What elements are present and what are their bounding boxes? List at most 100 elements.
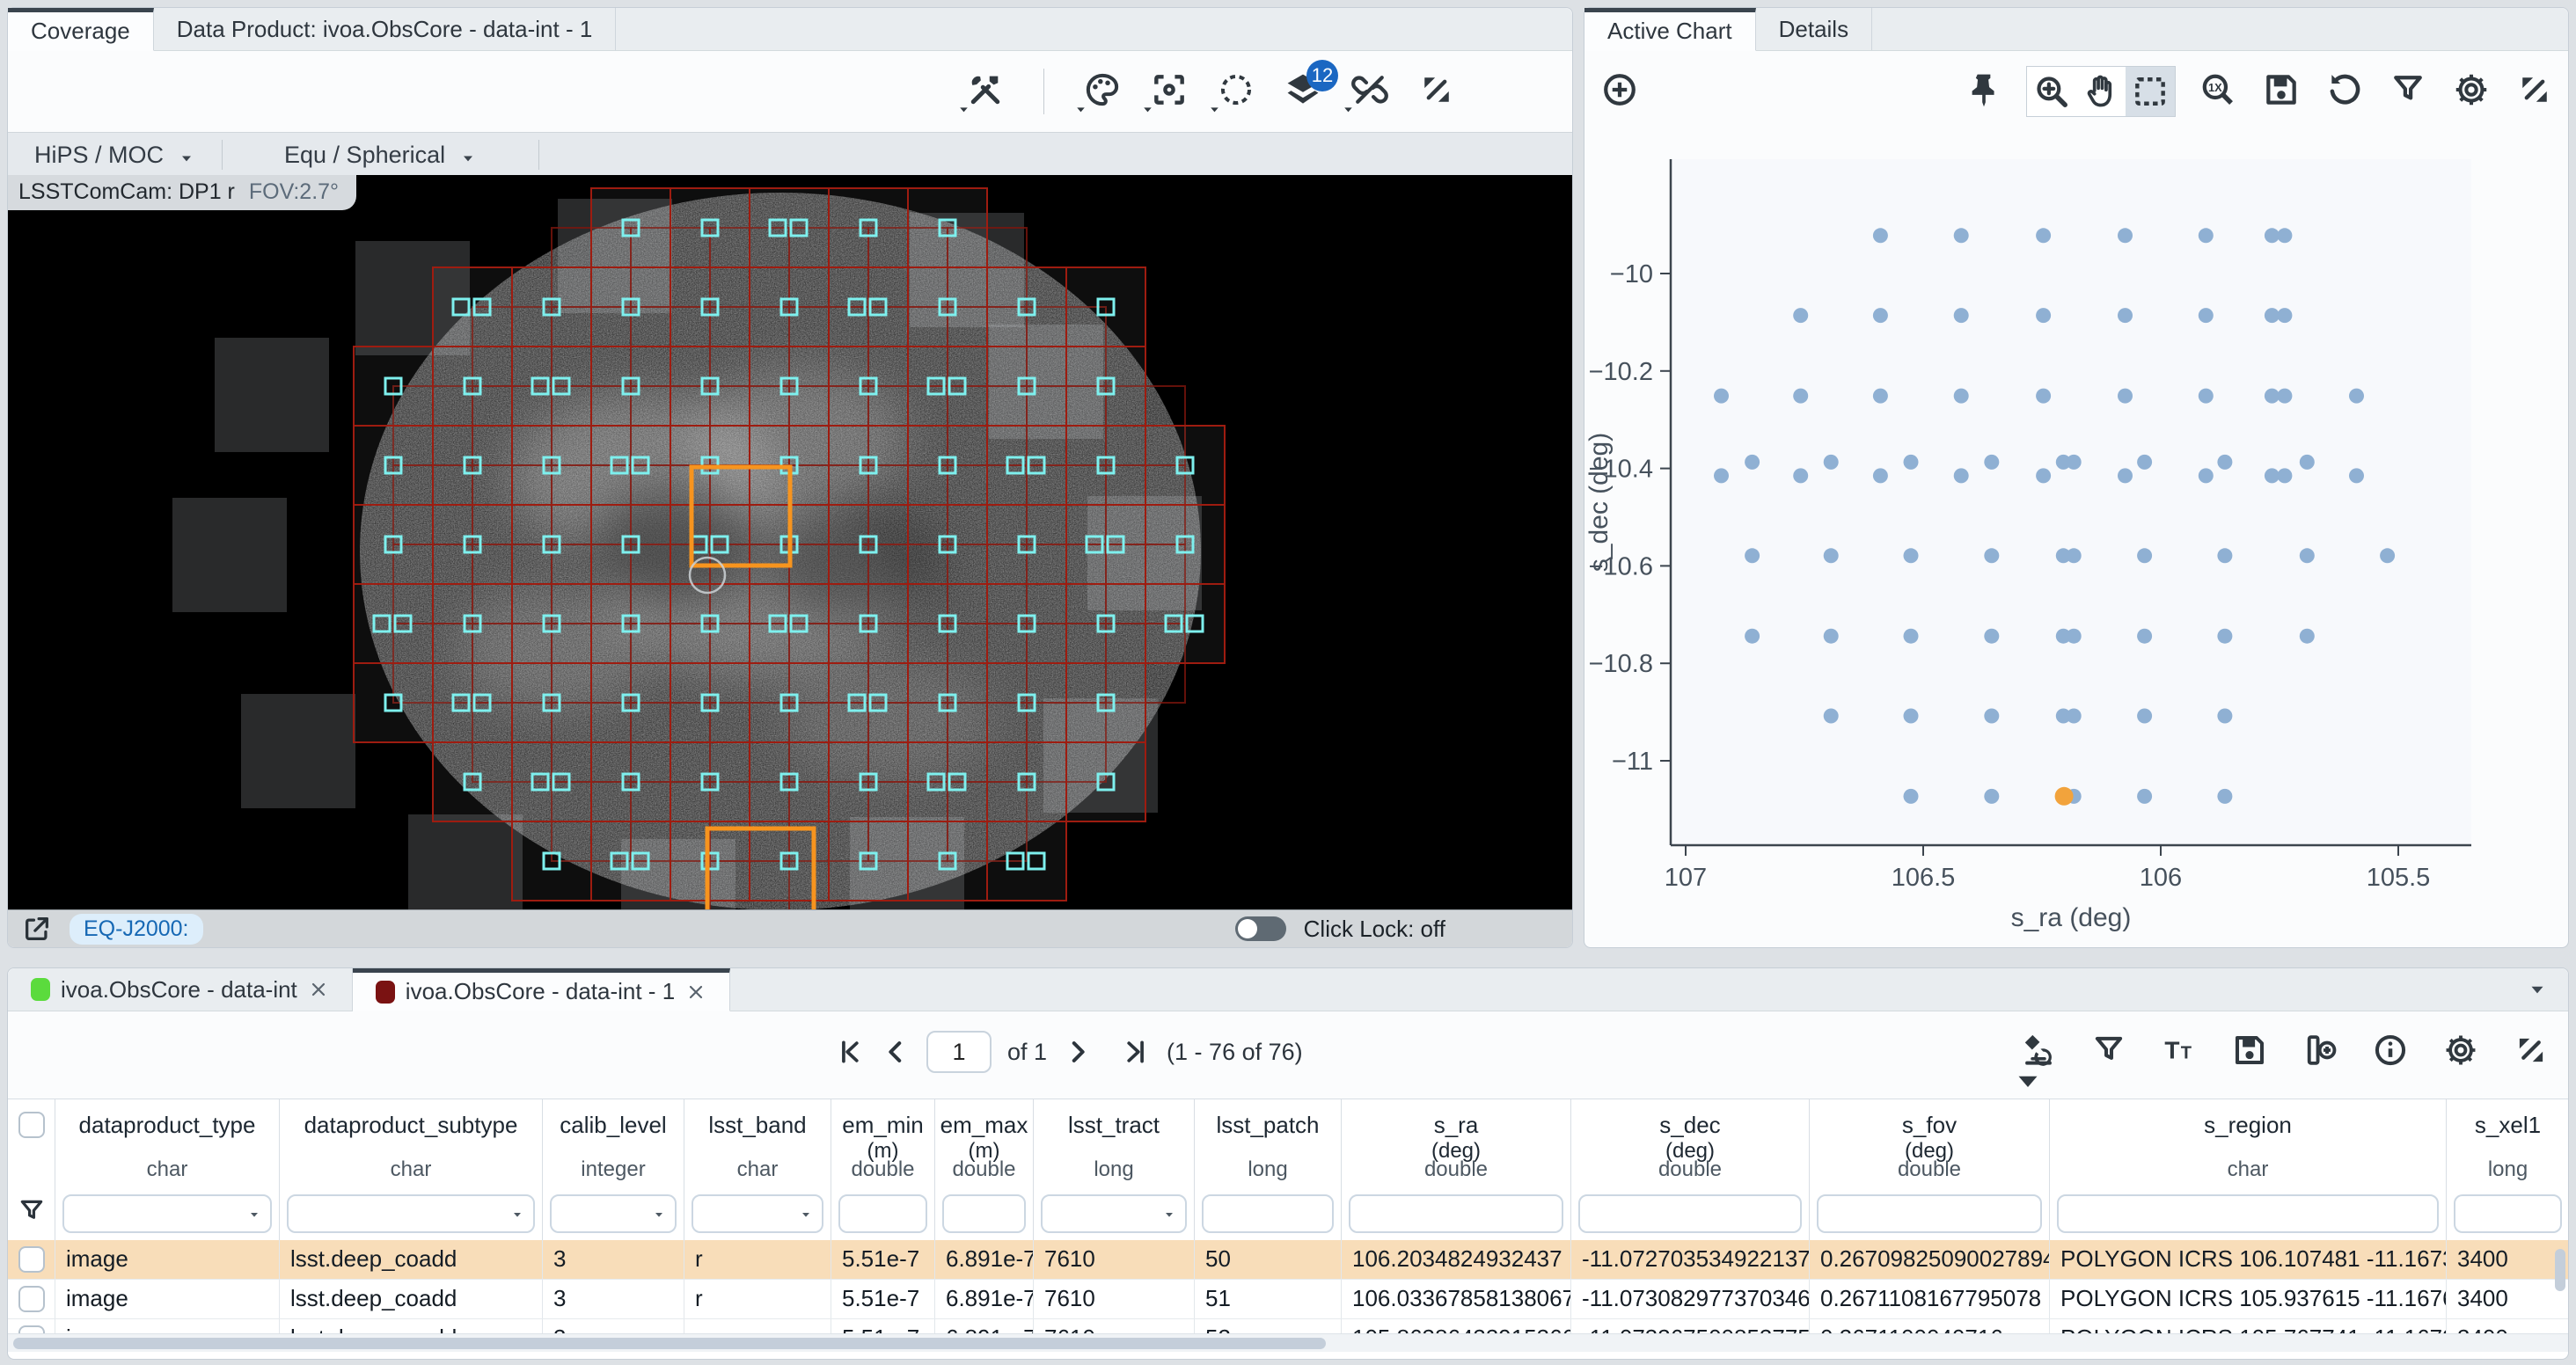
chart-point[interactable] (2067, 455, 2082, 470)
filter-input-s_xel1[interactable] (2454, 1194, 2562, 1233)
close-icon[interactable] (685, 982, 706, 1003)
chart-point[interactable] (2349, 468, 2364, 483)
chart-point[interactable] (2265, 468, 2280, 483)
chart-point[interactable] (2217, 548, 2232, 563)
table-row[interactable]: imagelsst.deep_coadd3r5.51e-76.891e-7761… (8, 1240, 2568, 1280)
chart-point[interactable] (1745, 548, 1760, 563)
chart-point[interactable] (1984, 455, 1999, 470)
filter-input-s_ra[interactable] (1349, 1194, 1563, 1233)
chart-point[interactable] (1745, 455, 1760, 470)
chart-point[interactable] (2277, 468, 2292, 483)
zoom-mode-button[interactable] (2027, 67, 2076, 116)
filter-table-button[interactable] (2088, 1031, 2130, 1073)
color-palette-button[interactable] (1081, 70, 1123, 113)
filter-input-s_fov[interactable] (1817, 1194, 2042, 1233)
select-region-button[interactable] (1215, 70, 1257, 113)
chart-point[interactable] (1904, 455, 1919, 470)
row-checkbox[interactable] (18, 1246, 45, 1273)
expand-coverage-button[interactable] (1416, 70, 1458, 113)
close-icon[interactable] (308, 979, 329, 1000)
tab-active-chart[interactable]: Active Chart (1584, 8, 1756, 51)
chart-point[interactable] (2277, 389, 2292, 404)
filter-input-dataproduct_subtype[interactable] (287, 1194, 535, 1233)
chart-point[interactable] (2067, 709, 2082, 724)
add-chart-button[interactable] (1599, 70, 1641, 113)
layers-button[interactable]: 12 (1282, 70, 1324, 113)
restore-chart-button[interactable] (2324, 70, 2366, 113)
chart-point[interactable] (2118, 468, 2133, 483)
table-tab-0[interactable]: ivoa.ObsCore - data-int (8, 968, 353, 1011)
zoom-original-button[interactable]: 1X (2197, 70, 2239, 113)
chart-point[interactable] (2067, 548, 2082, 563)
chart-point[interactable] (1824, 455, 1839, 470)
coverage-sky-view[interactable]: LSSTComCam: DP1 r FOV:2.7° (8, 175, 1572, 909)
chart-point[interactable] (2199, 228, 2214, 243)
filter-input-calib_level[interactable] (550, 1194, 677, 1233)
chart-point[interactable] (1904, 629, 1919, 644)
chart-point[interactable] (1873, 468, 1888, 483)
column-header-em_max[interactable]: em_max(m)double (935, 1099, 1034, 1240)
column-header-dataproduct_type[interactable]: dataproduct_typechar (55, 1099, 280, 1240)
chart-point[interactable] (2036, 308, 2051, 323)
filter-input-lsst_band[interactable] (692, 1194, 823, 1233)
expand-table-button[interactable] (2510, 1031, 2552, 1073)
tools-button[interactable] (964, 70, 1006, 113)
chart-point[interactable] (2036, 389, 2051, 404)
row-checkbox[interactable] (18, 1286, 45, 1312)
chart-point[interactable] (2277, 228, 2292, 243)
chart-point[interactable] (2067, 629, 2082, 644)
chart-point[interactable] (1984, 629, 1999, 644)
chart-point[interactable] (2137, 548, 2152, 563)
first-page-icon[interactable] (835, 1037, 865, 1067)
tab-coverage[interactable]: Coverage (8, 8, 154, 51)
chart-point[interactable] (1793, 389, 1808, 404)
column-header-lsst_patch[interactable]: lsst_patchlong (1195, 1099, 1342, 1240)
expand-chart-button[interactable] (2514, 70, 2556, 113)
projection-dropdown[interactable]: Equ / Spherical (223, 142, 538, 169)
chart-point[interactable] (1984, 548, 1999, 563)
filter-input-s_dec[interactable] (1578, 1194, 1802, 1233)
chart-point[interactable] (2265, 308, 2280, 323)
chart-point[interactable] (2137, 629, 2152, 644)
page-number-input[interactable] (926, 1031, 992, 1073)
chart-point[interactable] (2217, 709, 2232, 724)
add-column-button[interactable] (2299, 1031, 2341, 1073)
chart-point[interactable] (1984, 789, 1999, 804)
column-header-s_region[interactable]: s_regionchar (2050, 1099, 2447, 1240)
recenter-button[interactable] (1148, 70, 1190, 113)
chart-point[interactable] (2380, 548, 2395, 563)
chart-point-selected[interactable] (2055, 787, 2074, 806)
chart-point[interactable] (2217, 789, 2232, 804)
inspect-button[interactable] (2017, 1031, 2060, 1073)
chart-point[interactable] (1904, 789, 1919, 804)
chart-point[interactable] (1793, 468, 1808, 483)
chart-point[interactable] (2217, 455, 2232, 470)
chart-point[interactable] (2137, 709, 2152, 724)
chart-point[interactable] (1714, 389, 1729, 404)
column-header-em_min[interactable]: em_min(m)double (831, 1099, 935, 1240)
scrollbar-thumb[interactable] (13, 1338, 1326, 1349)
chart-point[interactable] (2036, 468, 2051, 483)
filter-row-icon[interactable] (8, 1196, 55, 1226)
chart-point[interactable] (1904, 709, 1919, 724)
tab-data-product[interactable]: Data Product: ivoa.ObsCore - data-int - … (154, 8, 617, 50)
chart-point[interactable] (2265, 228, 2280, 243)
filter-input-em_max[interactable] (942, 1194, 1026, 1233)
chart-point[interactable] (1954, 389, 1969, 404)
column-header-s_xel1[interactable]: s_xel1long (2447, 1099, 2568, 1240)
open-in-new-window-icon[interactable] (22, 914, 52, 944)
tab-details[interactable]: Details (1756, 8, 1872, 50)
chart-point[interactable] (1873, 308, 1888, 323)
chart-point[interactable] (1984, 709, 1999, 724)
chart-point[interactable] (1954, 228, 1969, 243)
chart-point[interactable] (1954, 468, 1969, 483)
chart-point[interactable] (2300, 548, 2315, 563)
column-header-s_fov[interactable]: s_fov(deg)double (1810, 1099, 2050, 1240)
text-view-button[interactable]: TT (2158, 1031, 2200, 1073)
chart-point[interactable] (1824, 709, 1839, 724)
chart-point[interactable] (2265, 389, 2280, 404)
chart-point[interactable] (2199, 389, 2214, 404)
table-tab-1[interactable]: ivoa.ObsCore - data-int - 1 (353, 968, 730, 1011)
chart-point[interactable] (1793, 308, 1808, 323)
chart-point[interactable] (2118, 308, 2133, 323)
